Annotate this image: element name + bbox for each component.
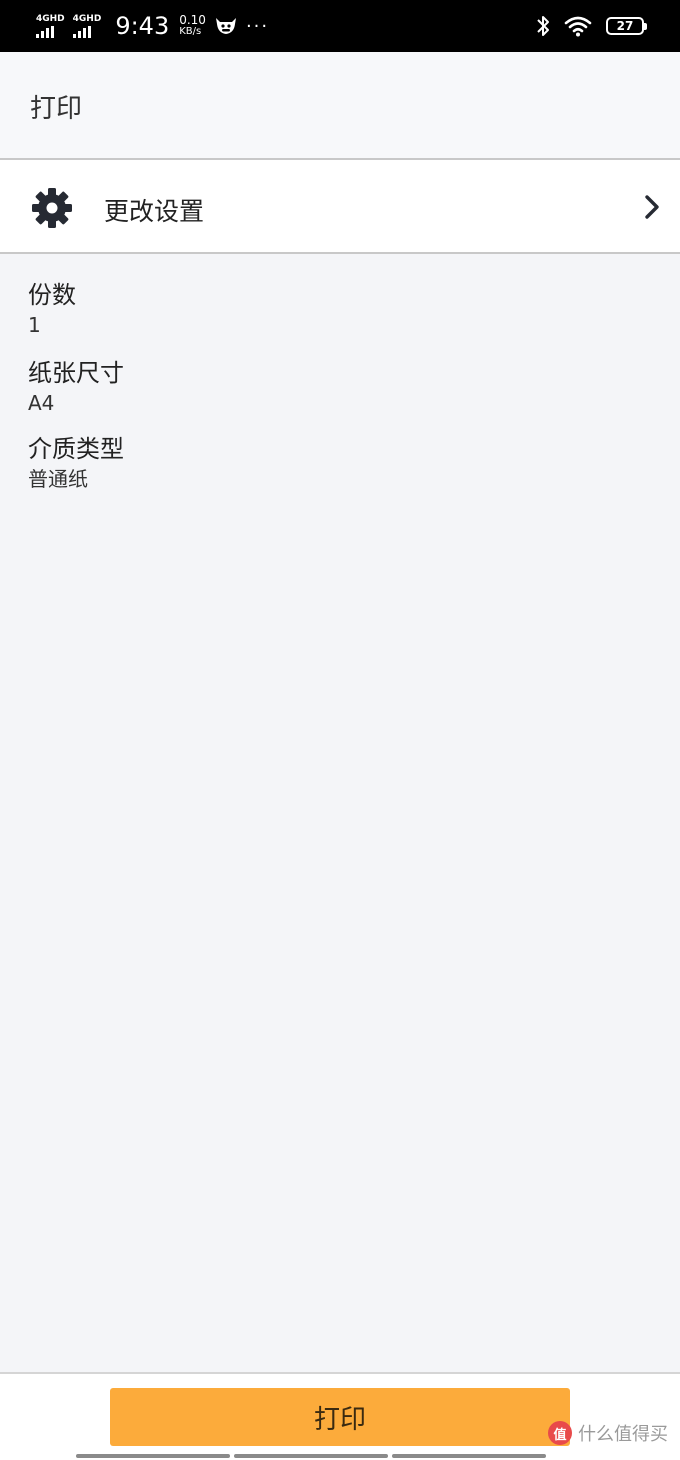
- copies-info: 份数 1: [28, 280, 628, 338]
- paper-size-value: A4: [28, 391, 55, 415]
- wifi-icon: [564, 16, 592, 37]
- signal-bars-icon: [36, 25, 54, 38]
- signal-label: 4GHD: [36, 13, 65, 24]
- nav-indicator: [76, 1454, 230, 1458]
- copies-value: 1: [28, 313, 41, 337]
- signal-indicator-2: 4GHD: [72, 13, 102, 38]
- watermark-text: 什么值得买: [578, 1424, 668, 1445]
- paper-size-info: 纸张尺寸 A4: [28, 358, 628, 416]
- nav-indicator: [392, 1454, 546, 1458]
- signal-label: 4GHD: [72, 13, 102, 24]
- page-title: 打印: [30, 94, 83, 124]
- status-bar: 4GHD 4GHD 9:43 0.10 KB/s ··· 27: [0, 0, 680, 52]
- copies-label: 份数: [28, 281, 76, 309]
- signal-bars-icon: [72, 25, 91, 38]
- battery-icon: 27: [606, 17, 647, 35]
- status-right: 27: [536, 12, 647, 40]
- watermark: 值 什么值得买: [548, 1420, 668, 1446]
- gear-icon: [32, 188, 72, 228]
- watermark-logo-icon: 值: [548, 1421, 572, 1445]
- signal-indicator-1: 4GHD: [36, 13, 65, 38]
- bottom-bar: 打印 值 什么值得买: [0, 1372, 680, 1460]
- nav-indicator: [234, 1454, 388, 1458]
- network-speed-unit: KB/s: [179, 26, 202, 37]
- change-settings-row[interactable]: 更改设置: [0, 160, 680, 254]
- more-notifications-icon: ···: [245, 15, 270, 37]
- print-button[interactable]: 打印: [110, 1388, 570, 1446]
- battery-level: 27: [616, 19, 634, 33]
- media-type-info: 介质类型 普通纸: [28, 434, 628, 492]
- network-speed-value: 0.10: [179, 13, 206, 27]
- app-header: 打印: [0, 52, 680, 160]
- network-speed: 0.10 KB/s: [179, 13, 206, 37]
- status-time: 9:43: [115, 12, 170, 40]
- chevron-right-icon: [645, 195, 659, 219]
- change-settings-label: 更改设置: [104, 197, 205, 226]
- bull-app-icon: [215, 18, 236, 34]
- gesture-nav-bar[interactable]: [76, 1454, 546, 1458]
- media-type-value: 普通纸: [28, 467, 88, 491]
- status-left: 4GHD 4GHD 9:43 0.10 KB/s ···: [36, 10, 269, 42]
- media-type-label: 介质类型: [28, 435, 124, 463]
- bluetooth-icon: [537, 16, 549, 36]
- paper-size-label: 纸张尺寸: [28, 359, 124, 387]
